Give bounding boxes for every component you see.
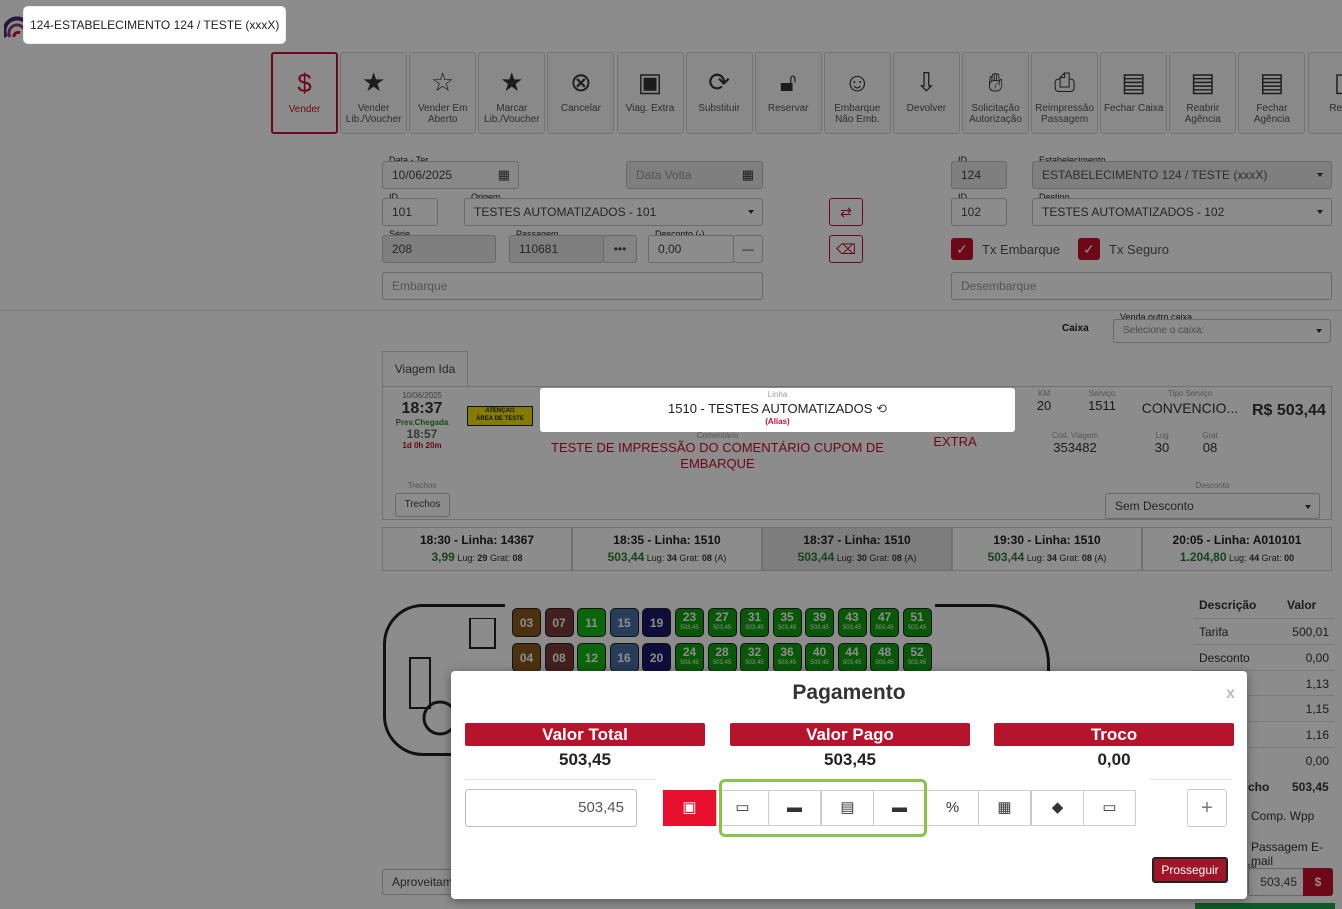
linha-label: Linha <box>767 390 788 399</box>
modal-title: Pagamento <box>792 681 906 704</box>
valor-total-value: 503,45 <box>559 750 611 769</box>
qr-code-icon[interactable]: ▦ <box>978 790 1031 826</box>
troco-label: Troco <box>994 723 1234 746</box>
pix-icon[interactable]: ◆ <box>1031 790 1084 826</box>
valor-total-label: Valor Total <box>465 723 705 746</box>
add-payment-button[interactable]: + <box>1187 789 1227 827</box>
refresh-icon[interactable]: ⟲ <box>876 401 887 416</box>
troco-block: Troco 0,00 <box>994 723 1234 770</box>
establishment-title-highlight: 124-ESTABELECIMENTO 124 / TESTE (xxxX) <box>24 7 286 43</box>
valor-pago-label: Valor Pago <box>730 723 970 746</box>
highlight-frame <box>719 779 927 837</box>
valor-pago-block: Valor Pago 503,45 <box>730 723 970 770</box>
alias-label: (Alias) <box>765 417 790 426</box>
close-icon[interactable]: x <box>1226 685 1235 703</box>
prosseguir-button[interactable]: Prosseguir <box>1152 857 1228 883</box>
linha-value: 1510 - TESTES AUTOMATIZADOS <box>668 401 873 416</box>
valor-total-block: Valor Total 503,45 <box>465 723 705 770</box>
linha-box-highlight: Linha 1510 - TESTES AUTOMATIZADOS ⟲ (Ali… <box>540 388 1015 432</box>
payment-methods-panel: ▣ ▭ ▬ ▤ ▬ % ▦ ◆ ▭ <box>656 776 1149 842</box>
discount-icon[interactable]: % <box>926 790 979 826</box>
troco-value: 0,00 <box>1097 750 1131 769</box>
id-card-icon[interactable]: ▭ <box>1083 790 1136 826</box>
cash-icon[interactable]: ▣ <box>663 790 716 826</box>
valor-pago-value: 503,45 <box>824 750 876 769</box>
amount-input[interactable]: 503,45 <box>465 789 637 827</box>
